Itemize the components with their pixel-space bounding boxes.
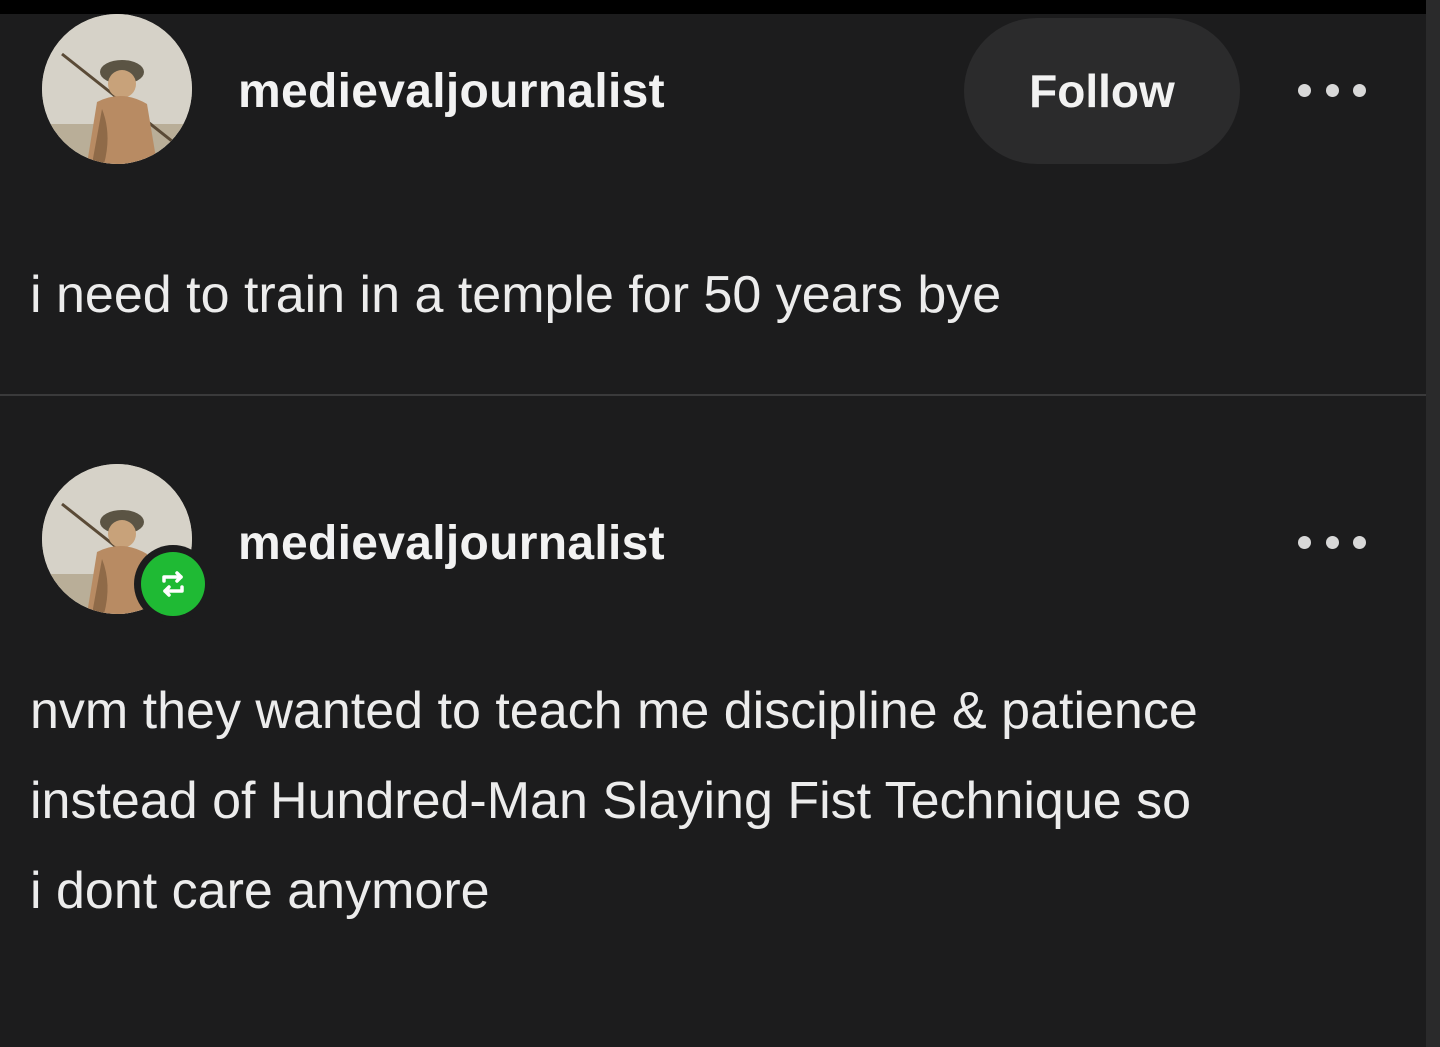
ellipsis-dot [1298, 535, 1311, 549]
reblog-icon [141, 552, 205, 616]
avatar[interactable] [42, 14, 192, 164]
dashboard: medievaljournalist Follow i need to trai… [0, 14, 1426, 1047]
post-body-line: nvm they wanted to teach me discipline &… [30, 682, 1198, 740]
ellipsis-dot [1325, 83, 1339, 97]
post-reblog: medievaljournalist nvm they wanted to te… [0, 396, 1426, 1047]
ellipsis-dot [1298, 83, 1311, 97]
window-edge [1426, 0, 1440, 1047]
follow-button[interactable]: Follow [964, 18, 1240, 164]
post-body-line: instead of Hundred-Man Slaying Fist Tech… [30, 772, 1192, 830]
ellipsis-dot [1353, 535, 1366, 549]
reblog-badge [134, 545, 212, 623]
post-body-line: i dont care anymore [30, 862, 490, 920]
ellipsis-icon[interactable] [1292, 522, 1372, 562]
post-original: medievaljournalist Follow i need to trai… [0, 14, 1426, 394]
ellipsis-dot [1325, 535, 1339, 549]
post-body: i need to train in a temple for 50 years… [30, 250, 1410, 340]
ellipsis-dot [1353, 83, 1366, 97]
post-body-line: i need to train in a temple for 50 years… [30, 266, 1002, 324]
ellipsis-icon[interactable] [1292, 70, 1372, 110]
post-body: nvm they wanted to teach me discipline &… [30, 666, 1410, 936]
reblog-arrows-icon [162, 571, 184, 597]
username[interactable]: medievaljournalist [238, 64, 665, 119]
avatar-painting-image [42, 14, 192, 164]
username[interactable]: medievaljournalist [238, 516, 665, 571]
